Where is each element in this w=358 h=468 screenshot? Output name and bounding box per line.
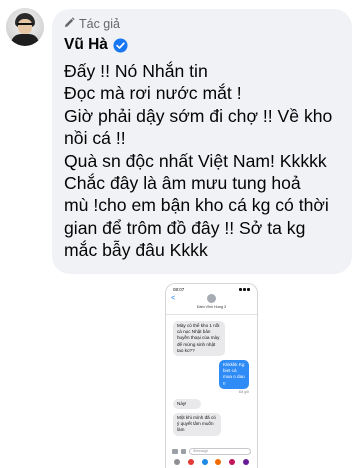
camera-icon	[172, 448, 178, 454]
author-name-row: Vũ Hà	[64, 35, 340, 55]
phone-status-bar: 08:07	[166, 284, 257, 292]
incoming-message: Một khi mình đã có ý quyết tâm muốn làm	[173, 413, 221, 436]
author-badge-row: Tác giả	[64, 16, 340, 32]
back-icon: <	[171, 295, 176, 302]
chat-header: < Đàm Vĩnh Hưng 3	[166, 292, 257, 314]
memoji-app-icon	[215, 458, 222, 465]
avatar	[6, 8, 44, 46]
author-name[interactable]: Vũ Hà	[64, 36, 108, 54]
imessage-field: iMessage	[189, 447, 251, 455]
pencil-icon	[64, 17, 75, 31]
verified-badge-icon	[113, 37, 128, 53]
contact-avatar	[207, 294, 216, 303]
applepay-app-icon	[201, 458, 208, 465]
stickers-app-icon	[229, 458, 236, 465]
signal-icon	[239, 287, 250, 291]
outgoing-message: Kkkkkk Kg biet cá mua o dau !!	[219, 360, 249, 389]
comment-bubble: Tác giả Vũ Hà Đấy !! Nó Nhắn tin Đọc mà …	[52, 9, 352, 274]
author-avatar[interactable]	[6, 8, 44, 46]
appstore-app-icon	[187, 458, 194, 465]
delivered-label: Đã gửi	[238, 389, 249, 394]
incoming-message: Mày có thể kho 1 nồi cá nục Nhật bản huy…	[173, 321, 225, 357]
message-composer: iMessage	[166, 446, 257, 456]
contact-name: Đàm Vĩnh Hưng 3	[197, 305, 226, 309]
comment-text: Đấy !! Nó Nhắn tin Đọc mà rơi nước mắt !…	[64, 61, 333, 261]
music-app-icon	[242, 458, 249, 465]
incoming-message: Này!	[173, 398, 201, 410]
app-drawer	[166, 457, 257, 466]
status-time: 08:07	[173, 286, 185, 292]
attached-screenshot[interactable]: 08:07 < Đàm Vĩnh Hưng 3 Mày có thể kho 1…	[165, 283, 258, 468]
apps-icon	[181, 448, 186, 454]
photos-app-icon	[174, 458, 180, 465]
author-badge-label: Tác giả	[79, 17, 120, 31]
